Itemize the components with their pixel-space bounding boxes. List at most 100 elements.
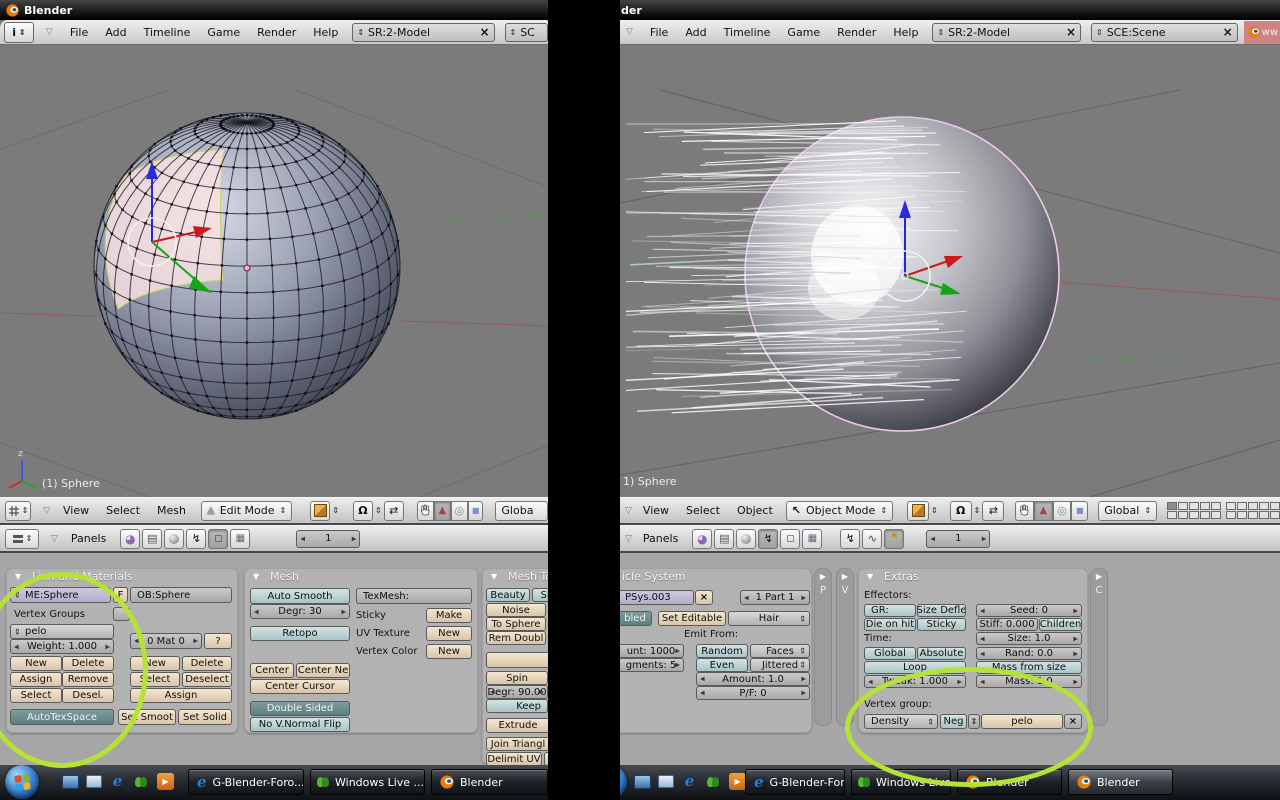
neg-toggle[interactable]: Neg (940, 714, 967, 729)
extrude-button[interactable]: Extrude (486, 718, 548, 733)
rotate-manipulator-button[interactable]: Ω (950, 501, 972, 521)
explorer-icon[interactable] (658, 775, 674, 788)
delimit-uv-toggle[interactable]: Delimit UV (486, 752, 542, 765)
media-player-icon[interactable]: ▶ (157, 773, 174, 790)
mat-delete-button[interactable]: Delete (182, 656, 232, 671)
random-toggle[interactable]: Random (696, 644, 748, 658)
seed-slider[interactable]: Seed: 0 (976, 604, 1082, 617)
beauty-toggle[interactable]: Beauty (486, 588, 530, 602)
psys-delete-button[interactable]: × (695, 590, 713, 605)
vgroup-small-button[interactable] (113, 607, 130, 621)
collapsed-panel-visualization[interactable]: ▶ V (836, 568, 854, 726)
mat-assign-button[interactable]: Assign (130, 688, 232, 703)
amount-slider-partial[interactable]: unt: 1000 (620, 644, 684, 658)
taskbar-task[interactable]: Windows Live ... (310, 769, 425, 795)
no-vnormal-flip-toggle[interactable]: No V.Normal Flip (250, 717, 350, 732)
material-buttons-tab[interactable] (164, 529, 184, 549)
layer-buttons-group1[interactable] (1167, 502, 1221, 519)
menu-help[interactable]: Help (893, 26, 918, 39)
taskbar-task-active[interactable]: Blender (1068, 769, 1173, 795)
physics-sub-tab[interactable]: ↯ (840, 529, 860, 549)
menu-file[interactable]: File (70, 26, 88, 39)
menu-game[interactable]: Game (207, 26, 240, 39)
set-editable-button[interactable]: Set Editable (658, 611, 726, 626)
mass-from-size-toggle[interactable]: Mass from size (976, 661, 1082, 674)
material-counter[interactable]: 0 Mat 0 (130, 633, 202, 649)
scene-selector-clipped[interactable]: ⇕ SC (505, 23, 549, 42)
start-button-partial[interactable] (620, 765, 627, 799)
frame-counter[interactable]: 1 (926, 530, 990, 548)
center-button[interactable]: Center (250, 663, 294, 678)
start-button[interactable] (5, 765, 39, 799)
auto-smooth-toggle[interactable]: Auto Smooth (250, 588, 350, 604)
particles-sub-tab[interactable]: * (884, 529, 904, 549)
scene-buttons-tab[interactable]: ▦ (802, 529, 822, 549)
close-icon[interactable]: × (1223, 25, 1233, 39)
explorer-icon[interactable] (86, 775, 102, 788)
rotate-manipulator-button[interactable]: Ω (353, 501, 373, 521)
editing-buttons-tab[interactable]: ▤ (714, 529, 734, 549)
editor-type-button[interactable]: ⇕ (5, 529, 39, 549)
menu-timeline[interactable]: Timeline (724, 26, 771, 39)
vgroup-select-button[interactable]: Select (10, 688, 62, 703)
taskbar-task[interactable]: Blender (431, 769, 548, 795)
sticky-toggle[interactable]: Sticky (917, 618, 966, 631)
square-select-button[interactable]: ■ (468, 501, 484, 521)
particle-type-dropdown[interactable]: Hair (728, 611, 810, 626)
set-smooth-button[interactable]: Set Smoot (118, 709, 176, 725)
collapse-icon[interactable]: ▽ (51, 534, 58, 544)
draw-mode-button[interactable] (907, 501, 929, 521)
sticky-make-button[interactable]: Make (426, 608, 472, 623)
menu-view[interactable]: View (63, 504, 89, 517)
gr-field[interactable]: GR: (864, 604, 916, 617)
mat-deselect-button[interactable]: Deselect (182, 672, 232, 687)
material-buttons-tab[interactable] (736, 529, 756, 549)
orientation-dropdown[interactable]: Global ⇕ (1098, 501, 1157, 521)
mat-select-button[interactable]: Select (130, 672, 180, 687)
set-solid-button[interactable]: Set Solid (178, 709, 232, 725)
rand-slider[interactable]: Rand: 0.0 (976, 647, 1082, 660)
center-cursor-button[interactable]: Center Cursor (250, 679, 350, 694)
object-buttons-tab[interactable]: ▢ (208, 529, 228, 549)
menu-object[interactable]: Object (737, 504, 773, 517)
scene-selector[interactable]: ⇕ SCE:Scene × (1091, 23, 1238, 42)
show-desktop-icon[interactable] (62, 775, 79, 789)
menu-mesh[interactable]: Mesh (157, 504, 186, 517)
rem-doubles-button[interactable]: Rem Doubl (486, 631, 546, 645)
texmesh-field[interactable]: TexMesh: (356, 588, 472, 604)
particle-counter[interactable]: 1 Part 1 (740, 590, 810, 605)
circle-select-button[interactable]: ◎ (451, 501, 468, 521)
vgroup-remove-button[interactable]: Remove (62, 672, 114, 687)
physics-buttons-tab[interactable]: ↯ (186, 529, 206, 549)
vgroup-stepper[interactable]: ⇕ (968, 714, 980, 729)
menu-view[interactable]: View (643, 504, 669, 517)
titlebar[interactable]: Blender (0, 0, 548, 20)
taskbar-task[interactable]: eG-Blender-Foro... (188, 769, 304, 795)
grab-hand-button[interactable] (1015, 501, 1034, 521)
vgroup-new-button[interactable]: New (10, 656, 62, 671)
orientation-dropdown[interactable]: Globa (495, 501, 548, 521)
titlebar[interactable]: der (620, 0, 1280, 20)
short-toggle[interactable]: Shor (532, 588, 548, 602)
translate-manipulator-button[interactable]: ⇄ (982, 501, 1004, 521)
taskbar-task[interactable]: Windows Live ... (851, 769, 951, 795)
extrude-region-button[interactable] (486, 652, 548, 668)
panel-open-icon[interactable]: ▼ (15, 572, 21, 581)
vertex-select-button[interactable]: ▲ (434, 501, 451, 521)
media-player-icon[interactable]: ▶ (729, 773, 746, 790)
absolute-toggle[interactable]: Absolute (917, 647, 966, 660)
layer-buttons-group2[interactable] (1226, 502, 1280, 519)
spin-degr-slider[interactable]: Degr: 90.00 (486, 685, 548, 699)
screen-selector[interactable]: ⇕ SR:2-Model × (932, 23, 1081, 42)
taskbar-task[interactable]: eG-Blender-Foro... (745, 769, 845, 795)
menu-select[interactable]: Select (686, 504, 720, 517)
softbody-sub-tab[interactable]: ∿ (862, 529, 882, 549)
internet-explorer-icon[interactable]: e (681, 773, 698, 790)
size-deflect-toggle[interactable]: Size Defle (917, 604, 966, 617)
frame-counter[interactable]: 1 (296, 530, 360, 548)
psys-name-field[interactable]: PSys.003 (620, 590, 694, 605)
close-icon[interactable]: × (1066, 25, 1076, 39)
fake-user-button[interactable]: F (113, 587, 128, 603)
menu-game[interactable]: Game (787, 26, 820, 39)
messenger-icon[interactable] (133, 773, 150, 790)
